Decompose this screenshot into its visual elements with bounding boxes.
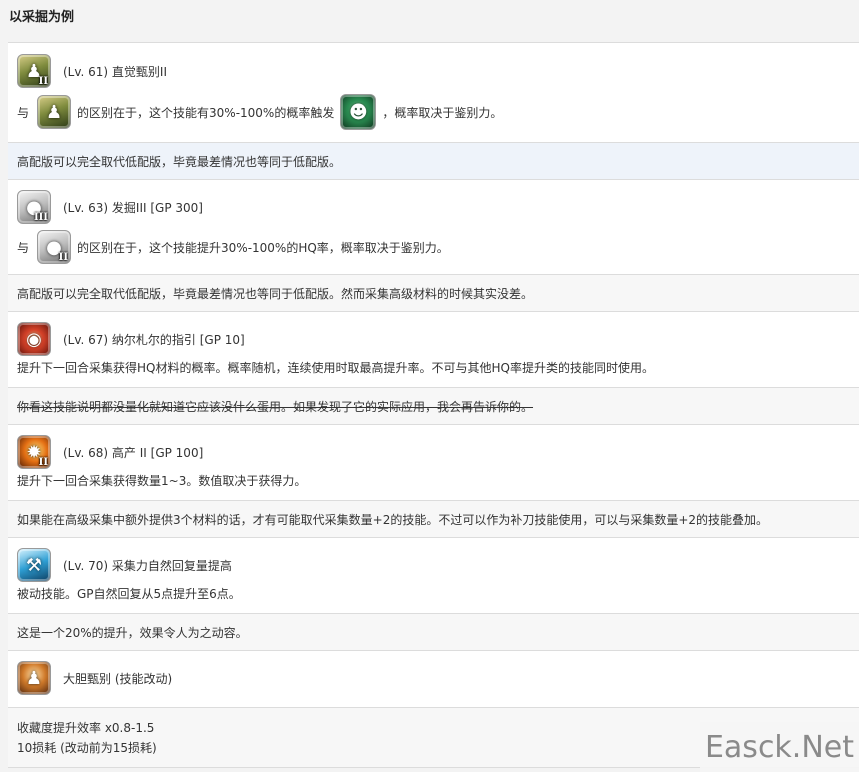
skill-title: (Lv. 61) 直觉甄别II (63, 64, 168, 79)
pickaxe-icon: ⚒ (25, 554, 43, 576)
skill-title: (Lv. 70) 采集力自然回复量提高 (63, 558, 232, 573)
skill-row-impulsive-appraisal: ♟ 大胆甄别 (技能改动) (8, 651, 859, 708)
page-title: 以采掘为例 (9, 10, 75, 25)
ore-skill-icon: ● II (37, 230, 72, 264)
bountiful-skill-icon: ✹ II (17, 435, 51, 469)
gp-regen-skill-icon: ⚒ (17, 548, 51, 582)
note-row: 高配版可以完全取代低配版，毕竟最差情况也等同于低配版。 (8, 143, 859, 180)
desc-text: 被动技能。GP自然回复从5点提升至6点。 (17, 587, 241, 601)
skill-row-unearth: ● III (Lv. 63) 发掘III [GP 300] 与 ● II 的区别… (8, 180, 859, 275)
note-text: 高配版可以完全取代低配版，毕竟最差情况也等同于低配版。然而采集高级材料的时候其实… (17, 286, 534, 301)
watermark: Easck.Net (700, 722, 859, 772)
skill-row-intuition: ♟ II (Lv. 61) 直觉甄别II 与 ♟ 的区别在于，这个技能有30%-… (8, 43, 859, 143)
ore-skill-icon: ● III (17, 190, 51, 224)
appraisal-skill-icon: ♟ (17, 661, 51, 695)
icon-level-badge: II (38, 76, 48, 87)
note-row: 这是一个20%的提升，效果令人为之动容。 (8, 614, 859, 651)
head-silhouette-icon: ☻ (348, 101, 368, 123)
skill-row-gp-regen: ⚒ (Lv. 70) 采集力自然回复量提高 被动技能。GP自然回复从5点提升至6… (8, 538, 859, 614)
green-aura-icon: ☻ (340, 94, 377, 130)
eye-icon: ◉ (26, 328, 42, 350)
icon-level-badge: II (38, 457, 48, 468)
desc-suffix: ，概率取决于鉴别力。 (382, 105, 503, 120)
note-row: 如果能在高级采集中额外提供3个材料的话，才有可能取代采集数量+2的技能。不过可以… (8, 501, 859, 538)
nald-thal-skill-icon: ◉ (17, 322, 51, 356)
figure-icon: ♟ (25, 667, 43, 689)
desc-text: 提升下一回合采集获得HQ材料的概率。概率随机，连续使用时取最高提升率。不可与其他… (17, 361, 654, 375)
skill-title: (Lv. 63) 发掘III [GP 300] (63, 200, 203, 215)
note-row: 高配版可以完全取代低配版，毕竟最差情况也等同于低配版。然而采集高级材料的时候其实… (8, 275, 859, 312)
skill-title: (Lv. 68) 高产 II [GP 100] (63, 445, 204, 460)
desc-prefix: 与 (17, 105, 30, 120)
icon-level-badge: II (58, 252, 69, 263)
forest-skill-icon: ♟ (37, 95, 72, 129)
desc-middle: 的区别在于，这个技能有30%-100%的概率触发 (77, 105, 335, 120)
skill-title: (Lv. 67) 纳尔札尔的指引 [GP 10] (63, 332, 245, 347)
note-text: 高配版可以完全取代低配版，毕竟最差情况也等同于低配版。 (17, 154, 342, 169)
figure-icon: ♟ (45, 101, 63, 123)
skill-row-bountiful: ✹ II (Lv. 68) 高产 II [GP 100] 提升下一回合采集获得数… (8, 425, 859, 501)
article-content: ♟ II (Lv. 61) 直觉甄别II 与 ♟ 的区别在于，这个技能有30%-… (8, 42, 859, 768)
desc-middle: 的区别在于，这个技能提升30%-100%的HQ率，概率取决于鉴别力。 (77, 240, 449, 255)
desc-prefix: 与 (17, 240, 30, 255)
note-text: 这是一个20%的提升，效果令人为之动容。 (17, 625, 248, 640)
forest-skill-icon: ♟ II (17, 54, 51, 88)
icon-level-badge: III (33, 212, 48, 223)
desc-text: 提升下一回合采集获得数量1~3。数值取决于获得力。 (17, 474, 307, 488)
skill-row-guidance: ◉ (Lv. 67) 纳尔札尔的指引 [GP 10] 提升下一回合采集获得HQ材… (8, 312, 859, 388)
skill-title: 大胆甄别 (技能改动) (63, 671, 173, 686)
note-row: 你看这技能说明都没量化就知道它应该没什么蛋用。如果发现了它的实际应用，我会再告诉… (8, 388, 859, 425)
note-text-struck: 你看这技能说明都没量化就知道它应该没什么蛋用。如果发现了它的实际应用，我会再告诉… (17, 399, 534, 414)
note-text: 如果能在高级采集中额外提供3个材料的话，才有可能取代采集数量+2的技能。不过可以… (17, 512, 769, 527)
